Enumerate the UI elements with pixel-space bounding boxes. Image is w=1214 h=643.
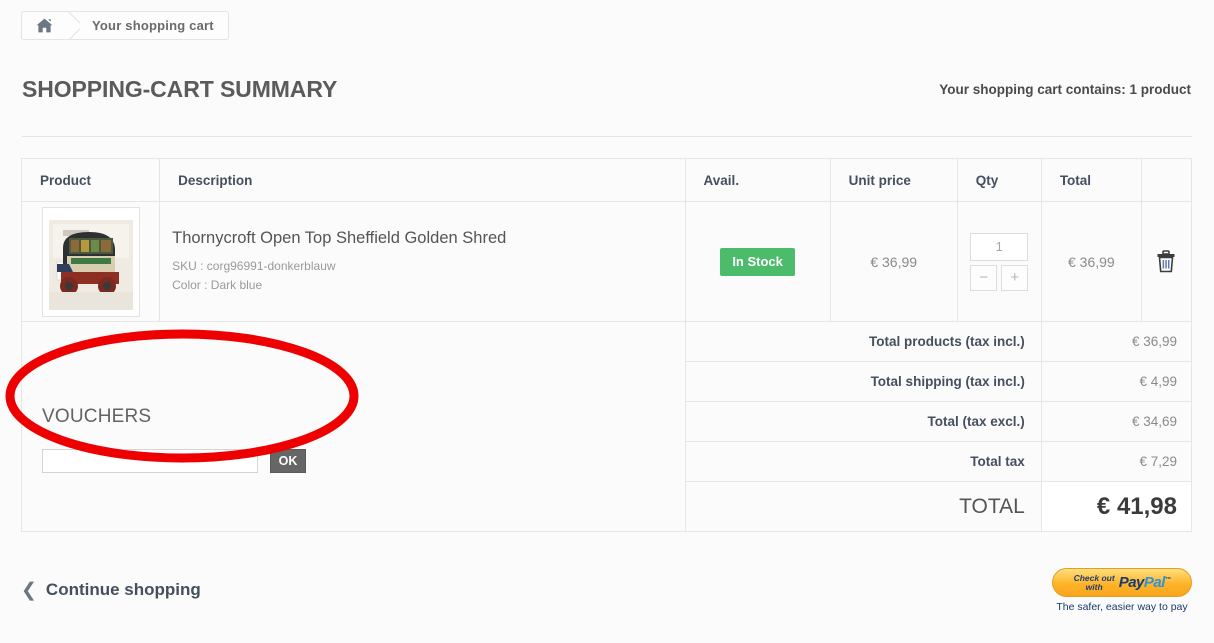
page-title: SHOPPING-CART SUMMARY (22, 76, 338, 102)
paypal-wordmark-pal: Pal (1143, 574, 1166, 591)
cart-count-label: Your shopping cart contains: 1 product (939, 82, 1191, 97)
paypal-wordmark-pay: Pay (1118, 574, 1145, 591)
status-badge: In Stock (720, 247, 795, 276)
header-total: Total (1040, 158, 1142, 202)
continue-shopping-button[interactable]: ❮ Continue shopping (21, 580, 201, 600)
product-sku: SKU : corg96991-donkerblauw (172, 258, 336, 273)
header-divider (22, 136, 1192, 137)
qty-cell: − + (956, 201, 1042, 322)
paypal-wordmark: PayPal™ (1119, 574, 1171, 591)
delete-item-cell[interactable] (1140, 201, 1193, 322)
voucher-ok-button[interactable]: OK (270, 449, 306, 473)
shopping-cart-page: Your shopping cart SHOPPING-CART SUMMARY… (0, 0, 1214, 643)
qty-increment-button[interactable]: + (1001, 264, 1029, 291)
home-icon (36, 18, 53, 33)
total-value: € 4,99 (1040, 361, 1193, 402)
paypal-checkout-button[interactable]: Check out with PayPal™ The safer, easier… (1052, 568, 1192, 613)
total-value: € 34,69 (1040, 401, 1193, 442)
header-actions (1140, 158, 1193, 202)
line-total-value: € 36,99 (1040, 201, 1142, 322)
total-value: € 7,29 (1040, 441, 1193, 482)
voucher-code-input[interactable] (42, 449, 258, 473)
header-avail: Avail. (684, 158, 831, 202)
breadcrumb-current: Your shopping cart (92, 18, 214, 33)
breadcrumb-separator-icon (66, 12, 80, 39)
qty-input[interactable] (970, 232, 1029, 261)
product-description-cell: Thornycroft Open Top Sheffield Golden Sh… (159, 201, 686, 322)
breadcrumb: Your shopping cart (21, 11, 229, 40)
unit-price-value: € 36,99 (829, 201, 958, 322)
paypal-button-pill[interactable]: Check out with PayPal™ (1052, 568, 1192, 597)
trash-icon[interactable] (1156, 250, 1176, 273)
header-qty: Qty (956, 158, 1042, 202)
cart-table: Product Description Avail. Unit price Qt… (20, 158, 1193, 532)
paypal-checkout-line2: with (1085, 581, 1103, 592)
header-product: Product (20, 158, 161, 202)
quantity-stepper[interactable]: − + (970, 232, 1029, 291)
product-name[interactable]: Thornycroft Open Top Sheffield Golden Sh… (172, 229, 684, 248)
vouchers-block: VOUCHERS OK (21, 321, 686, 532)
paypal-tagline: The safer, easier way to pay (1056, 601, 1188, 613)
grand-total-value: € 41,98 (1040, 481, 1193, 532)
total-label: Total (tax excl.) (684, 401, 1042, 442)
chevron-left-icon: ❮ (21, 579, 37, 601)
header-description: Description (159, 158, 686, 202)
vouchers-title: VOUCHERS (42, 406, 152, 427)
product-thumbnail-cell[interactable] (20, 201, 161, 322)
table-row: Thornycroft Open Top Sheffield Golden Sh… (20, 201, 1193, 322)
product-thumbnail[interactable] (41, 206, 140, 317)
totals-row-1: VOUCHERS OK Total products (tax incl.) €… (21, 321, 1193, 532)
voucher-form: OK (42, 449, 685, 473)
total-value: € 36,99 (1040, 321, 1193, 362)
breadcrumb-home-link[interactable] (22, 12, 66, 39)
total-label: Total tax (684, 441, 1042, 482)
availability-cell: In Stock (684, 201, 831, 322)
total-label: Total shipping (tax incl.) (684, 361, 1042, 402)
header-unit-price: Unit price (829, 158, 958, 202)
product-color: Color : Dark blue (172, 277, 263, 292)
table-header-row: Product Description Avail. Unit price Qt… (20, 158, 1193, 202)
qty-buttons: − + (970, 264, 1029, 291)
paypal-trademark-icon: ™ (1164, 577, 1171, 583)
continue-shopping-label: Continue shopping (45, 580, 201, 599)
grand-total-label: TOTAL (684, 481, 1042, 532)
total-label: Total products (tax incl.) (684, 321, 1042, 362)
qty-decrement-button[interactable]: − (970, 264, 998, 291)
paypal-checkout-text: Check out with (1074, 573, 1115, 592)
